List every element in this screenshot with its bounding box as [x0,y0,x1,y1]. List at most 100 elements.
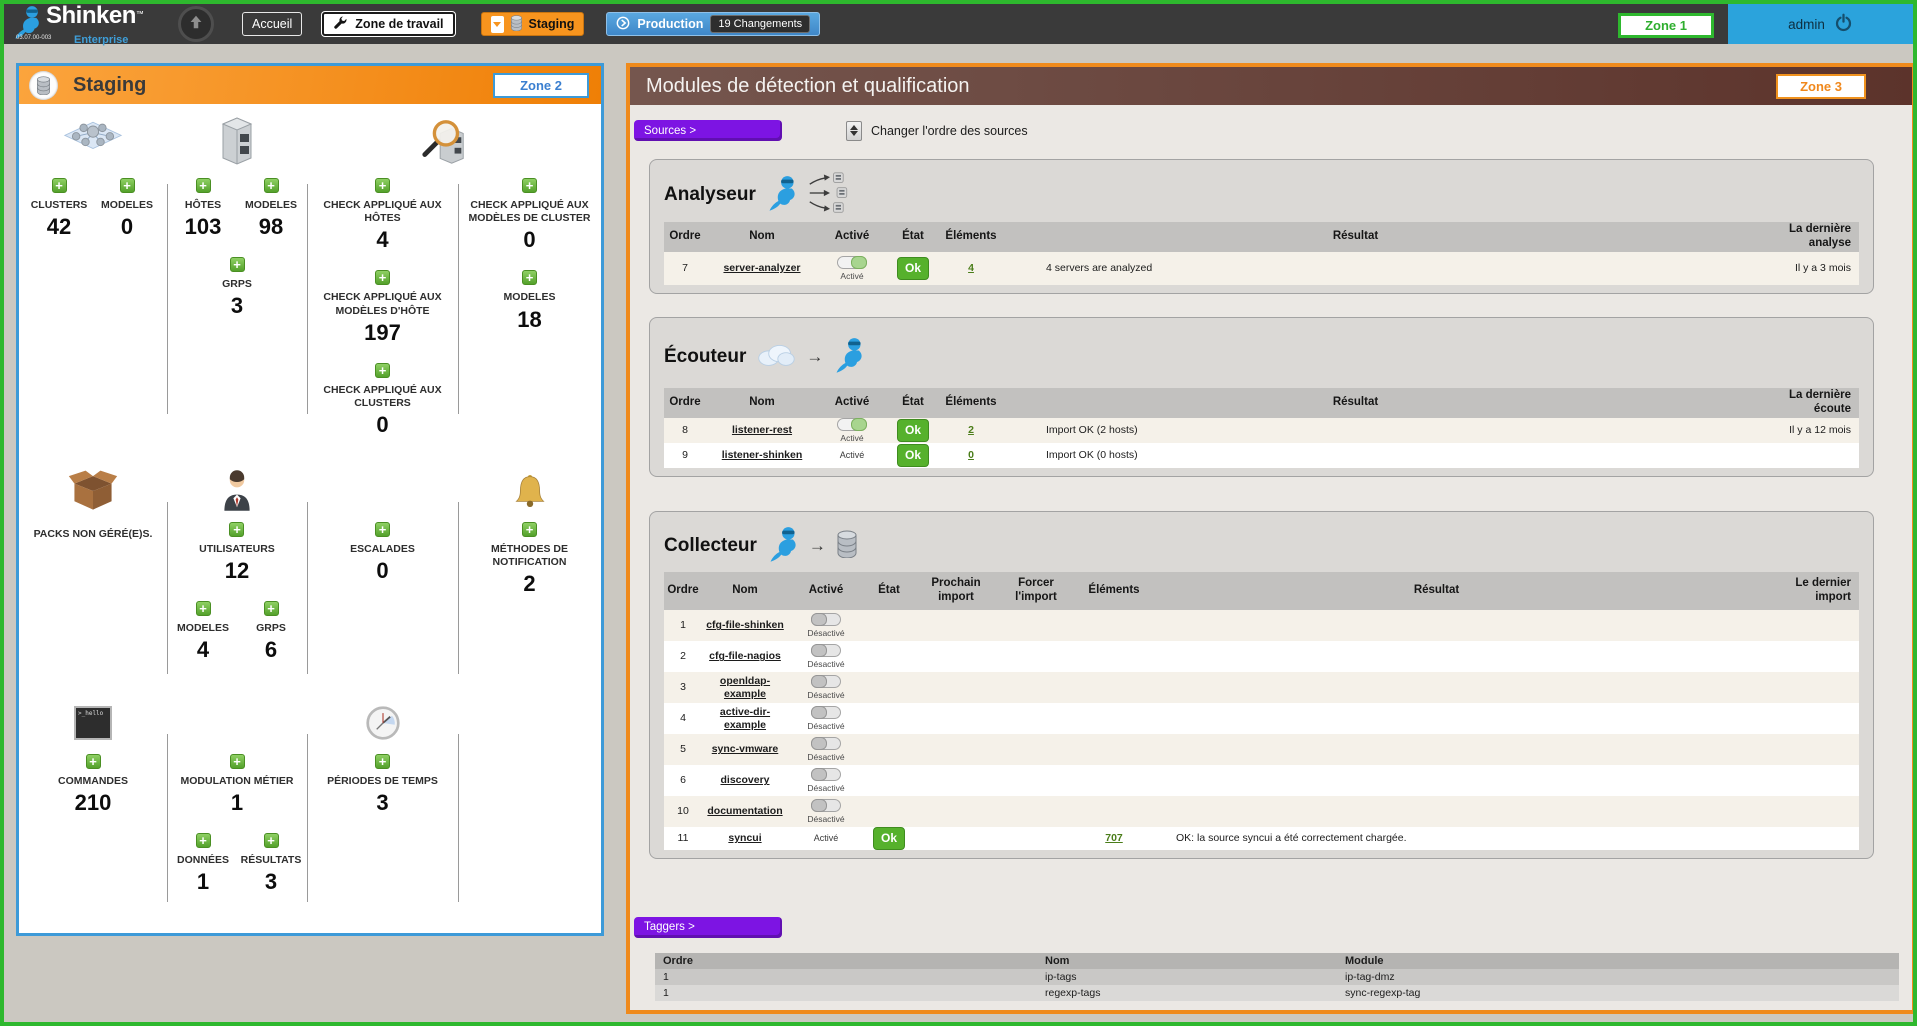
add-icon[interactable] [196,178,211,193]
shinken-ninja-icon [766,174,798,217]
stat-periodes-temps: PÉRIODES DE TEMPS 3 [327,754,438,815]
elements-link[interactable]: 0 [968,449,974,461]
active-toggle[interactable] [837,418,867,431]
stat-packs: PACKS NON GÉRÉ(E)S. [34,522,153,541]
source-link[interactable]: sync-vmware [712,743,779,756]
add-icon[interactable] [264,601,279,616]
sort-order-icon[interactable] [846,121,862,141]
active-toggle[interactable] [811,706,841,719]
package-box-icon [67,460,119,522]
active-toggle[interactable] [811,799,841,812]
source-link[interactable]: cfg-file-shinken [706,619,784,632]
sources-button[interactable]: Sources > [634,120,782,141]
changes-count-badge: 19 Changements [710,15,810,33]
workzone-button[interactable]: Zone de travail [322,12,454,36]
shinken-ninja-icon [833,336,865,379]
active-toggle[interactable] [811,737,841,750]
stat-grps: GRPS 3 [205,257,269,318]
clock-icon [365,692,401,754]
staging-block-infrastructure: CLUSTERS 42 MODELES 0 [19,104,601,460]
source-link[interactable]: documentation [707,805,782,818]
stat-methodes-notification: MÉTHODES DE NOTIFICATION 2 [459,522,601,596]
order-sources-label[interactable]: Changer l'ordre des sources [871,124,1028,138]
production-button[interactable]: Production 19 Changements [606,12,820,36]
stat-utilisateurs: UTILISATEURS 12 [199,522,275,583]
database-icon [29,71,58,100]
elements-link[interactable]: 707 [1105,832,1123,844]
source-link[interactable]: syncui [728,832,761,845]
stat-utilisateurs-modeles: MODELES 4 [171,601,235,662]
add-icon[interactable] [375,178,390,193]
status-badge: Ok [897,444,929,466]
source-link[interactable]: listener-shinken [722,449,803,462]
up-navigation-button[interactable] [178,6,214,42]
add-icon[interactable] [522,270,537,285]
add-icon[interactable] [120,178,135,193]
zone1-badge: Zone 1 [1618,13,1714,38]
active-toggle[interactable] [811,644,841,657]
active-toggle[interactable] [811,675,841,688]
add-icon[interactable] [230,257,245,272]
add-icon[interactable] [230,754,245,769]
add-icon[interactable] [375,363,390,378]
active-toggle[interactable] [811,768,841,781]
staging-panel-header: Staging Zone 2 [19,66,601,104]
add-icon[interactable] [86,754,101,769]
add-icon[interactable] [522,178,537,193]
play-circle-icon [616,16,630,33]
active-toggle[interactable] [811,613,841,626]
elements-link[interactable]: 4 [968,262,974,274]
power-icon [1834,13,1853,35]
add-icon[interactable] [52,178,67,193]
collecteur-table-header: Ordre Nom Activé État Prochain import Fo… [664,572,1859,610]
cluster-icon [63,104,123,178]
add-icon[interactable] [375,522,390,537]
add-icon[interactable] [375,754,390,769]
source-link[interactable]: listener-rest [732,424,792,437]
taggers-button[interactable]: Taggers > [634,917,782,938]
add-icon[interactable] [522,522,537,537]
stat-hotes: HÔTES 103 [171,178,235,239]
add-icon[interactable] [196,833,211,848]
source-link[interactable]: openldap-example [702,675,788,700]
elements-link[interactable]: 2 [968,424,974,436]
stat-resultats: RÉSULTATS 3 [239,833,303,894]
source-link[interactable]: active-dir-example [702,706,788,731]
home-button[interactable]: Accueil [242,12,302,36]
table-row: 10 documentation Désactivé [664,796,1859,827]
table-row: 6 discovery Désactivé [664,765,1859,796]
wrench-icon [333,15,348,33]
staging-dropdown-button[interactable]: Staging [481,12,585,36]
stat-check-hotes: CHECK APPLIQUÉ AUX HÔTES 4 [312,178,454,252]
table-row: 7 server-analyzer Activé Ok 4 4 servers … [664,252,1859,285]
table-row: 9 listener-shinken Activé Ok 0 Import OK… [664,443,1859,468]
table-row: 4 active-dir-example Désactivé [664,703,1859,734]
up-arrow-icon [187,13,205,36]
staging-panel: Staging Zone 2 CLUSTERS 42 [16,63,604,936]
source-link[interactable]: discovery [720,774,769,787]
stat-hotes-modeles: MODELES 98 [239,178,303,239]
active-toggle[interactable] [837,256,867,269]
fanout-servers-icon [808,171,852,220]
add-icon[interactable] [264,178,279,193]
ecouteur-title: Écouteur [664,346,746,368]
stat-utilisateurs-grps: GRPS 6 [239,601,303,662]
source-link[interactable]: cfg-file-nagios [709,650,781,663]
add-icon[interactable] [196,601,211,616]
source-link[interactable]: server-analyzer [723,262,800,275]
status-badge: Ok [897,419,929,441]
admin-button[interactable]: admin [1728,4,1913,44]
brand-name: Shinken [46,2,136,29]
modules-panel-title: Modules de détection et qualification [646,75,970,98]
table-row: 11 syncui Activé Ok 707 OK: la source sy… [664,827,1859,849]
add-icon[interactable] [264,833,279,848]
add-icon[interactable] [229,522,244,537]
user-icon [219,460,255,522]
staging-panel-title: Staging [73,74,146,97]
brand-logo[interactable]: Shinken™ 03.07.00-003 Enterprise [12,4,162,45]
add-icon[interactable] [375,270,390,285]
topbar: Shinken™ 03.07.00-003 Enterprise Accueil… [4,4,1913,44]
dropdown-caret-icon [491,16,504,33]
analyseur-title: Analyseur [664,184,756,206]
taggers-table-header: Ordre Nom Module [655,953,1899,969]
